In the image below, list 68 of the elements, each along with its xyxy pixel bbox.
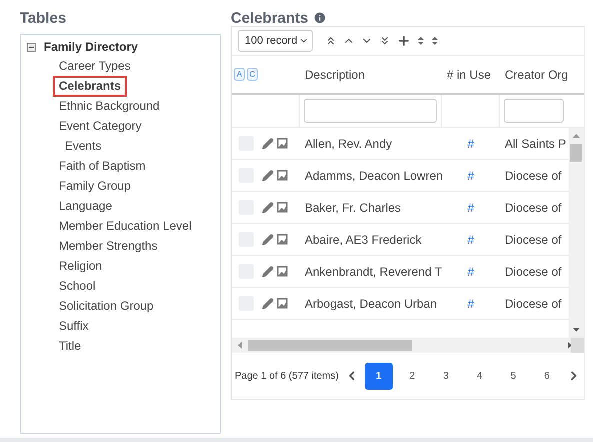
- page-size-dropdown[interactable]: 100 record: [238, 30, 313, 52]
- tree-item[interactable]: Family Group: [56, 179, 134, 194]
- page-button[interactable]: 1: [364, 362, 393, 390]
- info-icon[interactable]: [312, 11, 327, 25]
- table-cell[interactable]: #: [442, 232, 500, 246]
- table-cell-text: Arbogast, Deacon Urban: [304, 296, 438, 310]
- filter-field[interactable]: [504, 99, 564, 123]
- pencil-icon[interactable]: [262, 298, 274, 310]
- tree-item[interactable]: Language: [56, 199, 116, 214]
- tree-item[interactable]: Member Education Level: [56, 219, 195, 234]
- table-cell-text: Diocese of: [504, 232, 563, 246]
- table-cell-text: Diocese of: [504, 200, 563, 214]
- tree-item[interactable]: Ethnic Background: [56, 99, 163, 114]
- collapse-icon[interactable]: [27, 42, 36, 52]
- horizontal-scrollbar[interactable]: [232, 338, 584, 353]
- page-button[interactable]: 2: [398, 362, 426, 390]
- plus-icon[interactable]: [396, 34, 411, 48]
- sort-icon[interactable]: [416, 36, 425, 46]
- tree-root-label[interactable]: Family Directory: [44, 40, 138, 54]
- picture-icon[interactable]: [277, 234, 288, 245]
- column-header[interactable]: # in Use: [442, 68, 500, 82]
- panel-title: Tables: [20, 8, 68, 28]
- table-cell-text: Ankenbrandt, Reverend T: [304, 264, 442, 278]
- picture-icon[interactable]: [277, 202, 288, 213]
- tree-item[interactable]: Faith of Baptism: [56, 159, 149, 174]
- tree-item[interactable]: Events: [62, 139, 105, 154]
- page-button[interactable]: 3: [432, 362, 460, 390]
- picture-icon[interactable]: [277, 170, 288, 181]
- tree-item[interactable]: Celebrants: [56, 79, 124, 94]
- picture-icon[interactable]: [277, 138, 288, 149]
- table-cell-text: All Saints P: [504, 136, 568, 150]
- column-header[interactable]: Description: [300, 68, 442, 82]
- tree-item[interactable]: School: [56, 279, 99, 294]
- column-header[interactable]: Creator Org: [500, 68, 568, 82]
- pencil-icon[interactable]: [262, 234, 274, 246]
- table-cell[interactable]: #: [442, 136, 500, 150]
- table-cell[interactable]: #: [442, 168, 500, 182]
- pencil-icon[interactable]: [262, 266, 274, 278]
- tree-item[interactable]: Title: [56, 339, 84, 354]
- pencil-icon[interactable]: [262, 170, 274, 182]
- table-cell-text: Allen, Rev. Andy: [304, 136, 394, 150]
- table-cell-text: Diocese of: [504, 168, 563, 182]
- tree-item[interactable]: Solicitation Group: [56, 299, 157, 314]
- page-button[interactable]: 4: [466, 362, 494, 390]
- table-cell[interactable]: #: [442, 296, 500, 310]
- page-button[interactable]: 5: [500, 362, 528, 390]
- picture-icon[interactable]: [277, 298, 288, 309]
- table-cell[interactable]: #: [442, 200, 500, 214]
- filter-field[interactable]: [304, 99, 437, 123]
- tree-item[interactable]: Career Types: [56, 59, 134, 74]
- table-cell-text: Diocese of: [504, 264, 563, 278]
- table-cell-text: Baker, Fr. Charles: [304, 200, 402, 214]
- tree-item[interactable]: Religion: [56, 259, 106, 274]
- table-cell-text: Abaire, AE3 Frederick: [304, 232, 423, 246]
- panel-title: Celebrants: [231, 10, 309, 26]
- sort-icon[interactable]: [430, 36, 439, 46]
- pencil-icon[interactable]: [262, 202, 274, 214]
- table-cell-text: Diocese of: [504, 296, 563, 310]
- tree-item[interactable]: Event Category: [56, 119, 145, 134]
- page-button[interactable]: 6: [533, 362, 561, 390]
- table-cell-text: Adamms, Deacon Lowren: [304, 168, 442, 182]
- tree-item[interactable]: Suffix: [56, 319, 92, 334]
- pencil-icon[interactable]: [262, 138, 274, 150]
- tree-item[interactable]: Member Strengths: [56, 239, 161, 254]
- vertical-scrollbar[interactable]: [569, 128, 584, 338]
- table-cell[interactable]: #: [442, 264, 500, 278]
- pager-summary: Page 1 of 6 (577 items): [235, 370, 339, 382]
- picture-icon[interactable]: [277, 266, 288, 277]
